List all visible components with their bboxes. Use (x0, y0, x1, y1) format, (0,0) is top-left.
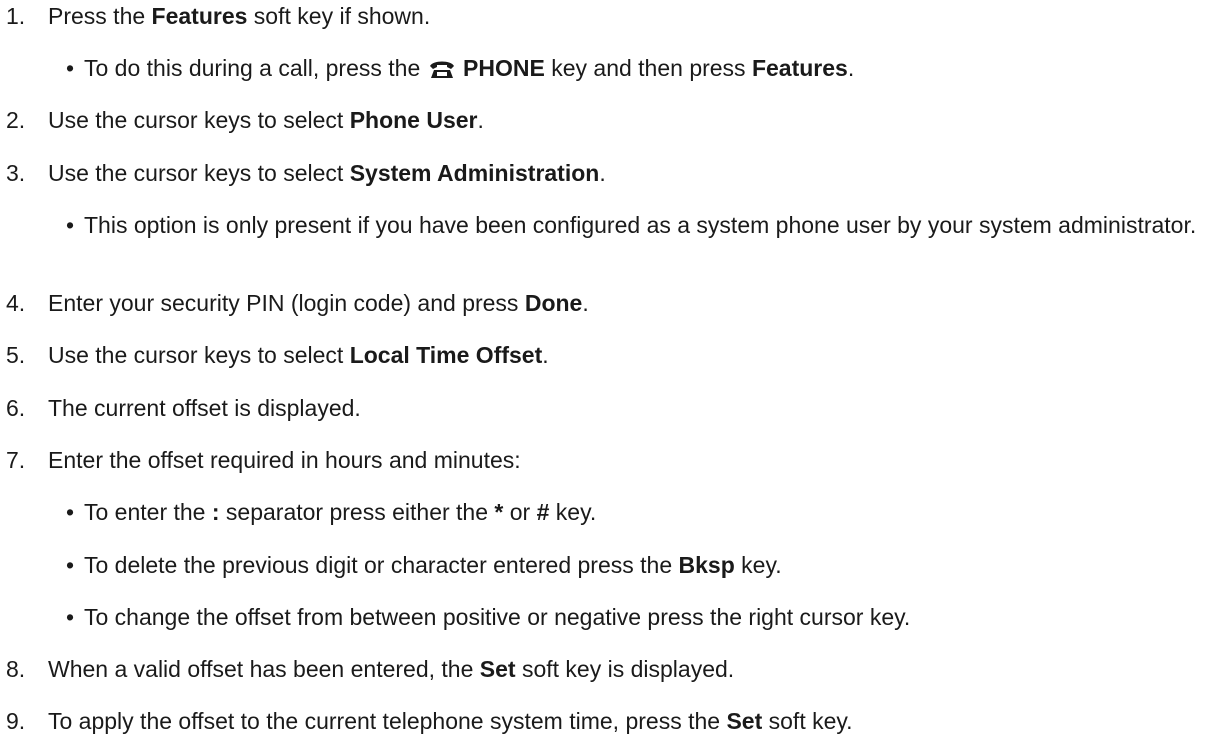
step-text: When a valid offset has been entered, th… (48, 656, 735, 682)
step-number: 9. (6, 708, 26, 734)
step-text: To apply the offset to the current telep… (48, 708, 853, 734)
bullet-glyph: • (66, 55, 75, 81)
bullet-text: To delete the previous digit or characte… (84, 552, 782, 578)
bullet-text: This option is only present if you have … (84, 212, 1197, 238)
bullet-glyph: • (66, 604, 75, 630)
step-text: Use the cursor keys to select System Adm… (48, 160, 606, 186)
step-number: 6. (6, 395, 26, 421)
bullet-text: To do this during a call, press the PHON… (84, 55, 855, 81)
bullet-glyph: • (66, 552, 75, 578)
step-text: Use the cursor keys to select Phone User… (48, 107, 484, 133)
step-number: 2. (6, 107, 26, 133)
step-number: 8. (6, 656, 26, 682)
bullet-text: To change the offset from between positi… (84, 604, 911, 630)
phone-key-label: PHONE (463, 55, 545, 81)
step-text: Use the cursor keys to select Local Time… (48, 342, 549, 368)
step-number: 1. (6, 3, 26, 29)
step-number: 7. (6, 447, 26, 473)
softkey-label: Features (151, 3, 248, 29)
instructions-document: 1. Press the Features soft key if shown.… (0, 0, 1228, 737)
step-text: The current offset is displayed. (48, 395, 361, 421)
bullet-text: To enter the : separator press either th… (84, 499, 597, 525)
phone-icon (429, 61, 454, 78)
step-text: Enter your security PIN (login code) and… (48, 290, 589, 316)
step-number: 5. (6, 342, 26, 368)
bullet-glyph: • (66, 212, 75, 238)
step-text: Enter the offset required in hours and m… (48, 447, 521, 473)
step-text: Press the Features soft key if shown. (48, 3, 431, 29)
bullet-glyph: • (66, 499, 75, 525)
step-number: 4. (6, 290, 26, 316)
step-number: 3. (6, 160, 26, 186)
